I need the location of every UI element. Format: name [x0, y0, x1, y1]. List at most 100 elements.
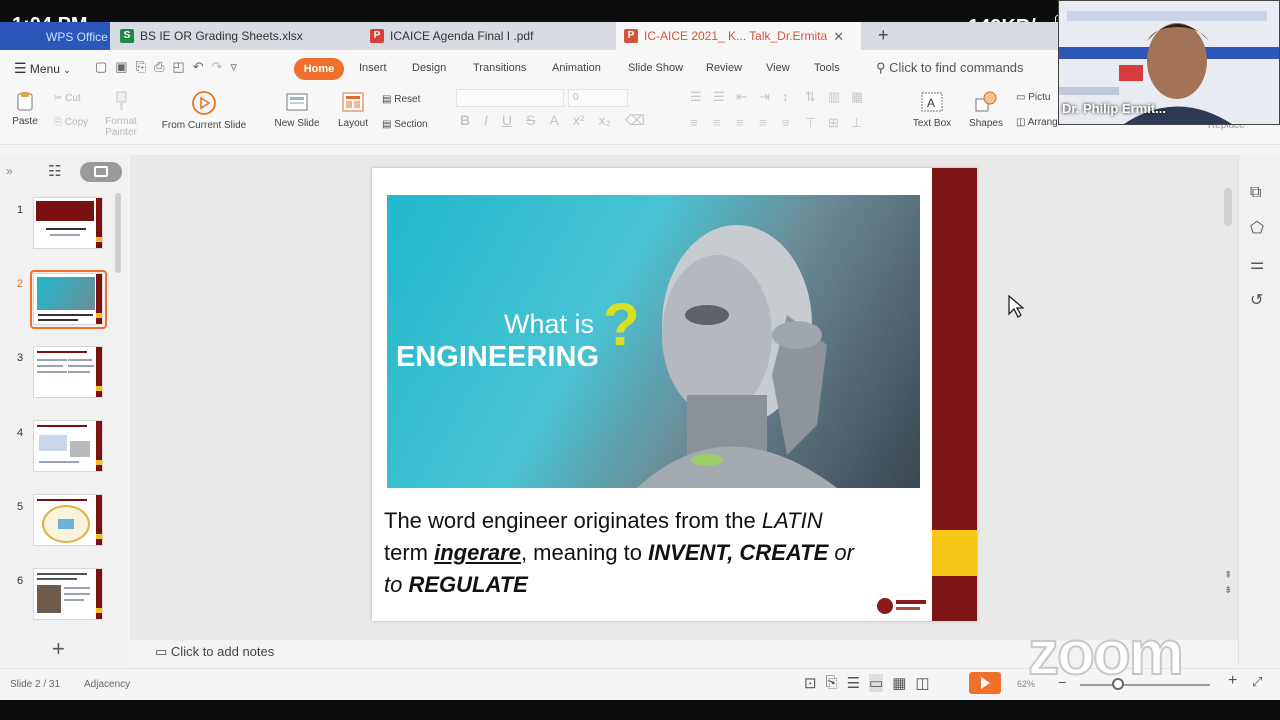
align-bottom-icon[interactable]: ⊥ — [851, 115, 874, 131]
align-right-icon[interactable]: ≡ — [736, 115, 759, 131]
tab-tools[interactable]: Tools — [814, 62, 840, 74]
file-tab-pptx[interactable]: P IC-AICE 2021_ K... Talk_Dr.Ermita ✕ — [616, 22, 861, 50]
reading-view-icon[interactable]: ☰ — [847, 674, 860, 692]
next-page-icon[interactable]: ⇟ — [1224, 585, 1232, 596]
undo-icon[interactable]: ↶ — [193, 59, 204, 75]
strikethrough-icon[interactable]: S — [526, 112, 535, 129]
slide-thumbnail-3[interactable] — [33, 346, 103, 398]
slides-view-toggle[interactable] — [80, 162, 122, 182]
layout-button[interactable]: Layout — [332, 90, 374, 129]
slide-thumbnail-6[interactable] — [33, 568, 103, 620]
align-center-icon[interactable]: ≡ — [713, 115, 736, 131]
smartart-icon[interactable]: ▦ — [851, 89, 874, 105]
numbering-icon[interactable]: ☰ — [713, 89, 736, 105]
clear-format-icon[interactable]: ⌫ — [625, 112, 645, 129]
zoom-level[interactable]: 62% — [1017, 679, 1035, 689]
outline-view-icon[interactable]: ☷ — [48, 162, 61, 180]
copy-button[interactable]: ⎘ Copy — [54, 117, 88, 128]
distribute-icon[interactable]: ≡ — [782, 115, 805, 131]
text-direction-icon[interactable]: ⇅ — [805, 89, 828, 105]
zoom-slider[interactable] — [1080, 684, 1210, 686]
adjust-settings-icon[interactable]: ⚌ — [1250, 254, 1264, 274]
bullets-icon[interactable]: ☰ — [690, 89, 713, 105]
file-tab-xlsx[interactable]: S BS IE OR Grading Sheets.xlsx — [118, 22, 340, 50]
underline-icon[interactable]: U — [502, 112, 512, 129]
tab-transitions[interactable]: Transitions — [473, 62, 526, 74]
tab-review[interactable]: Review — [706, 62, 742, 74]
body-text: , — [727, 540, 740, 565]
line-spacing-icon[interactable]: ↕ — [782, 89, 805, 105]
notes-toggle-icon[interactable]: ⊡ — [804, 674, 817, 692]
align-middle-icon[interactable]: ⊞ — [828, 115, 851, 131]
thumbnail-scrollbar[interactable] — [115, 193, 121, 273]
print-icon[interactable]: ⎙ — [154, 59, 164, 75]
customize-icon[interactable]: ▿ — [231, 59, 238, 75]
tab-insert[interactable]: Insert — [359, 62, 387, 74]
play-slideshow-button[interactable] — [969, 672, 1001, 694]
columns-icon[interactable]: ▥ — [828, 89, 851, 105]
slide-sorter-icon[interactable]: ▦ — [892, 674, 906, 692]
subscript-icon[interactable]: x₂ — [599, 112, 611, 129]
canvas-scrollbar[interactable] — [1224, 188, 1232, 226]
slide-thumbnail-1[interactable] — [33, 197, 103, 249]
collapse-panel-icon[interactable]: » — [6, 164, 13, 178]
arrange-button[interactable]: ◫ Arrang — [1016, 117, 1058, 128]
tab-animation[interactable]: Animation — [552, 62, 601, 74]
zoom-out-button[interactable]: − — [1058, 674, 1066, 690]
previous-page-icon[interactable]: ⇞ — [1224, 570, 1232, 581]
from-current-slide-button[interactable]: From Current Slide — [152, 90, 256, 131]
tab-design[interactable]: Design — [412, 62, 446, 74]
indent-increase-icon[interactable]: ⇥ — [759, 89, 782, 105]
tab-home[interactable]: Home — [294, 58, 344, 80]
quick-access-toolbar: ▢ ▣ ⎘ ⎙ ◰ ↶ ↷ ▿ — [95, 59, 237, 75]
zoom-slider-handle[interactable] — [1112, 678, 1124, 690]
export-icon[interactable]: ⎘ — [136, 59, 146, 75]
zoom-in-button[interactable]: + — [1228, 672, 1237, 690]
align-top-icon[interactable]: ⊤ — [805, 115, 828, 131]
italic-icon[interactable]: I — [484, 112, 488, 129]
justify-icon[interactable]: ≡ — [759, 115, 782, 131]
file-tab-label: ICAICE Agenda Final I .pdf — [390, 29, 534, 43]
font-size-input[interactable]: 0 — [568, 89, 628, 107]
slide-thumbnail-2[interactable] — [33, 273, 103, 325]
redo-icon[interactable]: ↷ — [212, 59, 223, 75]
preview-icon[interactable]: ◰ — [172, 59, 184, 75]
text-box-button[interactable]: A Text Box — [906, 90, 958, 129]
menu-button[interactable]: ☰ Menu ⌄ — [14, 60, 71, 77]
superscript-icon[interactable]: x² — [573, 112, 585, 129]
fit-window-icon[interactable]: ⤢ — [1252, 674, 1262, 690]
picture-button[interactable]: ▭ Pictu — [1016, 92, 1050, 103]
save-icon[interactable]: ▣ — [115, 59, 127, 75]
paste-button[interactable]: Paste — [8, 90, 42, 127]
history-icon[interactable]: ↺ — [1250, 290, 1264, 310]
compare-icon[interactable]: ⎘ — [826, 674, 838, 692]
section-button[interactable]: ▤ Section — [382, 119, 428, 130]
object-properties-icon[interactable]: ⬠ — [1250, 218, 1264, 238]
file-tab-pdf[interactable]: P ICAICE Agenda Final I .pdf — [370, 22, 592, 50]
shapes-button[interactable]: Shapes — [962, 90, 1010, 129]
font-color-icon[interactable]: A — [549, 112, 558, 129]
app-logo-tab[interactable]: WPS Office — [0, 22, 110, 50]
cut-button[interactable]: ✂ Cut — [54, 93, 81, 104]
reset-button[interactable]: ▤ Reset — [382, 94, 420, 105]
command-search[interactable]: ⚲ Click to find commands — [876, 60, 1024, 76]
slide-design-icon[interactable]: ⧉ — [1250, 184, 1264, 202]
slide-thumbnail-4[interactable] — [33, 420, 103, 472]
align-left-icon[interactable]: ≡ — [690, 115, 713, 131]
indent-decrease-icon[interactable]: ⇤ — [736, 89, 759, 105]
slide-body-text[interactable]: The word engineer originates from the LA… — [384, 505, 924, 601]
format-painter-button[interactable]: Format Painter — [100, 90, 142, 138]
new-tab-button[interactable]: + — [878, 25, 889, 46]
body-ingerare: ingerare — [434, 540, 521, 565]
open-icon[interactable]: ▢ — [95, 59, 107, 75]
tab-slide-show[interactable]: Slide Show — [628, 62, 683, 74]
new-slide-button[interactable]: New Slide — [268, 90, 326, 129]
slide-thumbnail-5[interactable] — [33, 494, 103, 546]
tab-view[interactable]: View — [766, 62, 790, 74]
reading-mode-icon[interactable]: ◫ — [915, 674, 929, 692]
font-name-input[interactable] — [456, 89, 564, 107]
normal-view-icon[interactable]: ▭ — [869, 674, 884, 692]
add-slide-button[interactable]: + — [52, 636, 65, 662]
bold-icon[interactable]: B — [460, 112, 470, 129]
close-tab-icon[interactable]: ✕ — [833, 29, 844, 50]
